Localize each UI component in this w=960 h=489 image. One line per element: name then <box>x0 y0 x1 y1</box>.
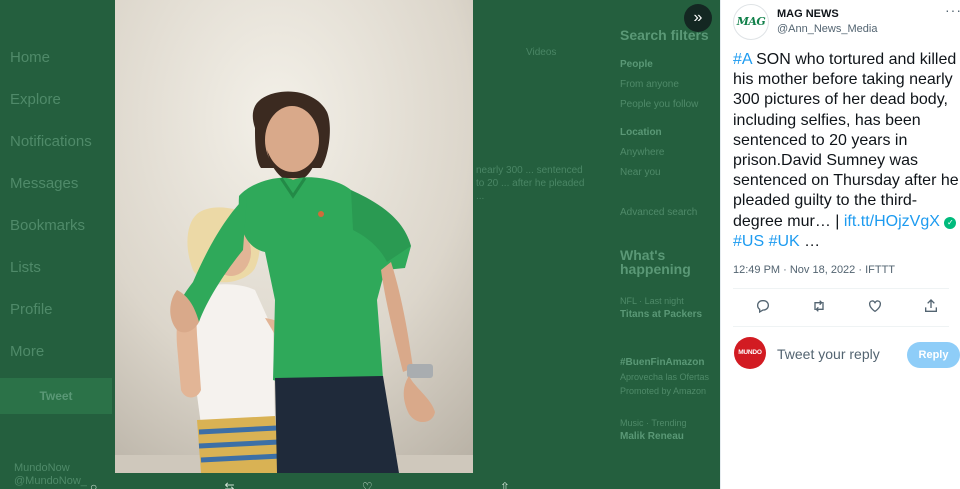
more-options-icon[interactable]: ··· <box>945 2 960 18</box>
tweet-link[interactable]: ift.tt/HOjzVgX <box>844 213 940 230</box>
divider <box>733 288 949 289</box>
bg-trend3-meta: Music · Trending <box>620 418 687 428</box>
bg-anywhere: Anywhere <box>620 147 665 158</box>
author-name[interactable]: MAG NEWS <box>777 8 839 20</box>
author-avatar-logo: MAG <box>736 15 766 28</box>
bg-people-you-follow: People you follow <box>620 99 699 110</box>
author-avatar[interactable]: MAG <box>733 4 769 40</box>
tweet-photo[interactable] <box>115 0 473 473</box>
bg-trend2-sub: Aprovecha las Ofertas <box>620 372 710 382</box>
tweet-detail-panel: MAG MAG NEWS @Ann_News_Media ··· #A SON … <box>720 0 960 489</box>
bg-account: MundoNow @MundoNow_ <box>14 462 87 488</box>
bg-whats-happening: What's happening <box>620 247 691 277</box>
bg-account-handle: @MundoNow_ <box>14 475 87 487</box>
bg-tab-videos: Videos <box>526 47 557 58</box>
like-icon[interactable] <box>861 296 889 316</box>
bg-account-name: MundoNow <box>14 462 70 474</box>
bg-trend2-promo: Promoted by Amazon <box>620 386 707 396</box>
bg-nav-lists: Lists <box>10 259 41 276</box>
media-viewer: Home Explore Notifications Messages Book… <box>0 0 960 489</box>
bg-trend2: #BuenFinAmazon <box>620 357 705 368</box>
bg-nav-profile: Profile <box>10 301 53 318</box>
bg-trend1: Titans at Packers <box>620 309 703 320</box>
bg-nav-notifications: Notifications <box>10 133 92 150</box>
bg-share-icon: ⇧ <box>499 480 510 489</box>
bg-nav-explore: Explore <box>10 91 61 108</box>
collapse-panel-button[interactable]: » <box>684 4 712 32</box>
bg-trend1-meta: NFL · Last night <box>620 296 684 306</box>
photo-illustration <box>115 0 473 473</box>
bg-reply-icon: ○ <box>90 480 98 489</box>
hashtag-a[interactable]: #A <box>733 51 752 68</box>
bg-sidebar-nav: Home Explore Notifications Messages Book… <box>10 48 92 384</box>
reply-input[interactable]: Tweet your reply <box>777 346 880 362</box>
bg-retweet-icon: ⇆ <box>224 480 235 489</box>
hashtag-us[interactable]: #US <box>733 233 764 250</box>
double-chevron-right-icon: » <box>693 9 703 26</box>
bg-media-actions: ○ ⇆ ♡ ⇧ <box>90 480 510 489</box>
bg-nav-messages: Messages <box>10 175 79 192</box>
bg-people: People <box>620 59 653 70</box>
bg-near-you: Near you <box>620 167 661 178</box>
reply-icon[interactable] <box>749 296 777 316</box>
bg-advanced-search: Advanced search <box>620 207 698 218</box>
hashtag-uk[interactable]: #UK <box>769 233 800 250</box>
bg-nav-home: Home <box>10 49 51 66</box>
share-icon[interactable] <box>917 296 945 316</box>
bg-tweet-snippet: nearly 300 ... sentenced to 20 ... after… <box>476 165 585 202</box>
bg-location: Location <box>620 127 662 138</box>
tweet-text: #A SON who tortured and killed his mothe… <box>733 50 959 252</box>
bg-tweet-button: Tweet <box>0 378 112 414</box>
tweet-body: SON who tortured and killed his mother b… <box>733 51 959 230</box>
bg-trend3: Malik Reneau <box>620 431 684 442</box>
tweet-ellipsis: … <box>799 232 821 250</box>
verified-check-icon: ✓ <box>944 216 957 229</box>
divider <box>733 326 949 327</box>
author-handle[interactable]: @Ann_News_Media <box>777 23 877 35</box>
bg-nav-bookmarks: Bookmarks <box>10 217 86 234</box>
bg-right-column: Search filters People From anyone People… <box>620 28 720 444</box>
tweet-timestamp[interactable]: 12:49 PM · Nov 18, 2022 · IFTTT <box>733 264 895 276</box>
bg-like-icon: ♡ <box>361 480 373 489</box>
retweet-icon[interactable] <box>805 296 833 316</box>
tweet-actions <box>749 296 945 316</box>
bg-from-anyone: From anyone <box>620 79 679 90</box>
reply-button[interactable]: Reply <box>907 342 960 368</box>
current-user-avatar[interactable]: MUNDO <box>734 337 766 369</box>
